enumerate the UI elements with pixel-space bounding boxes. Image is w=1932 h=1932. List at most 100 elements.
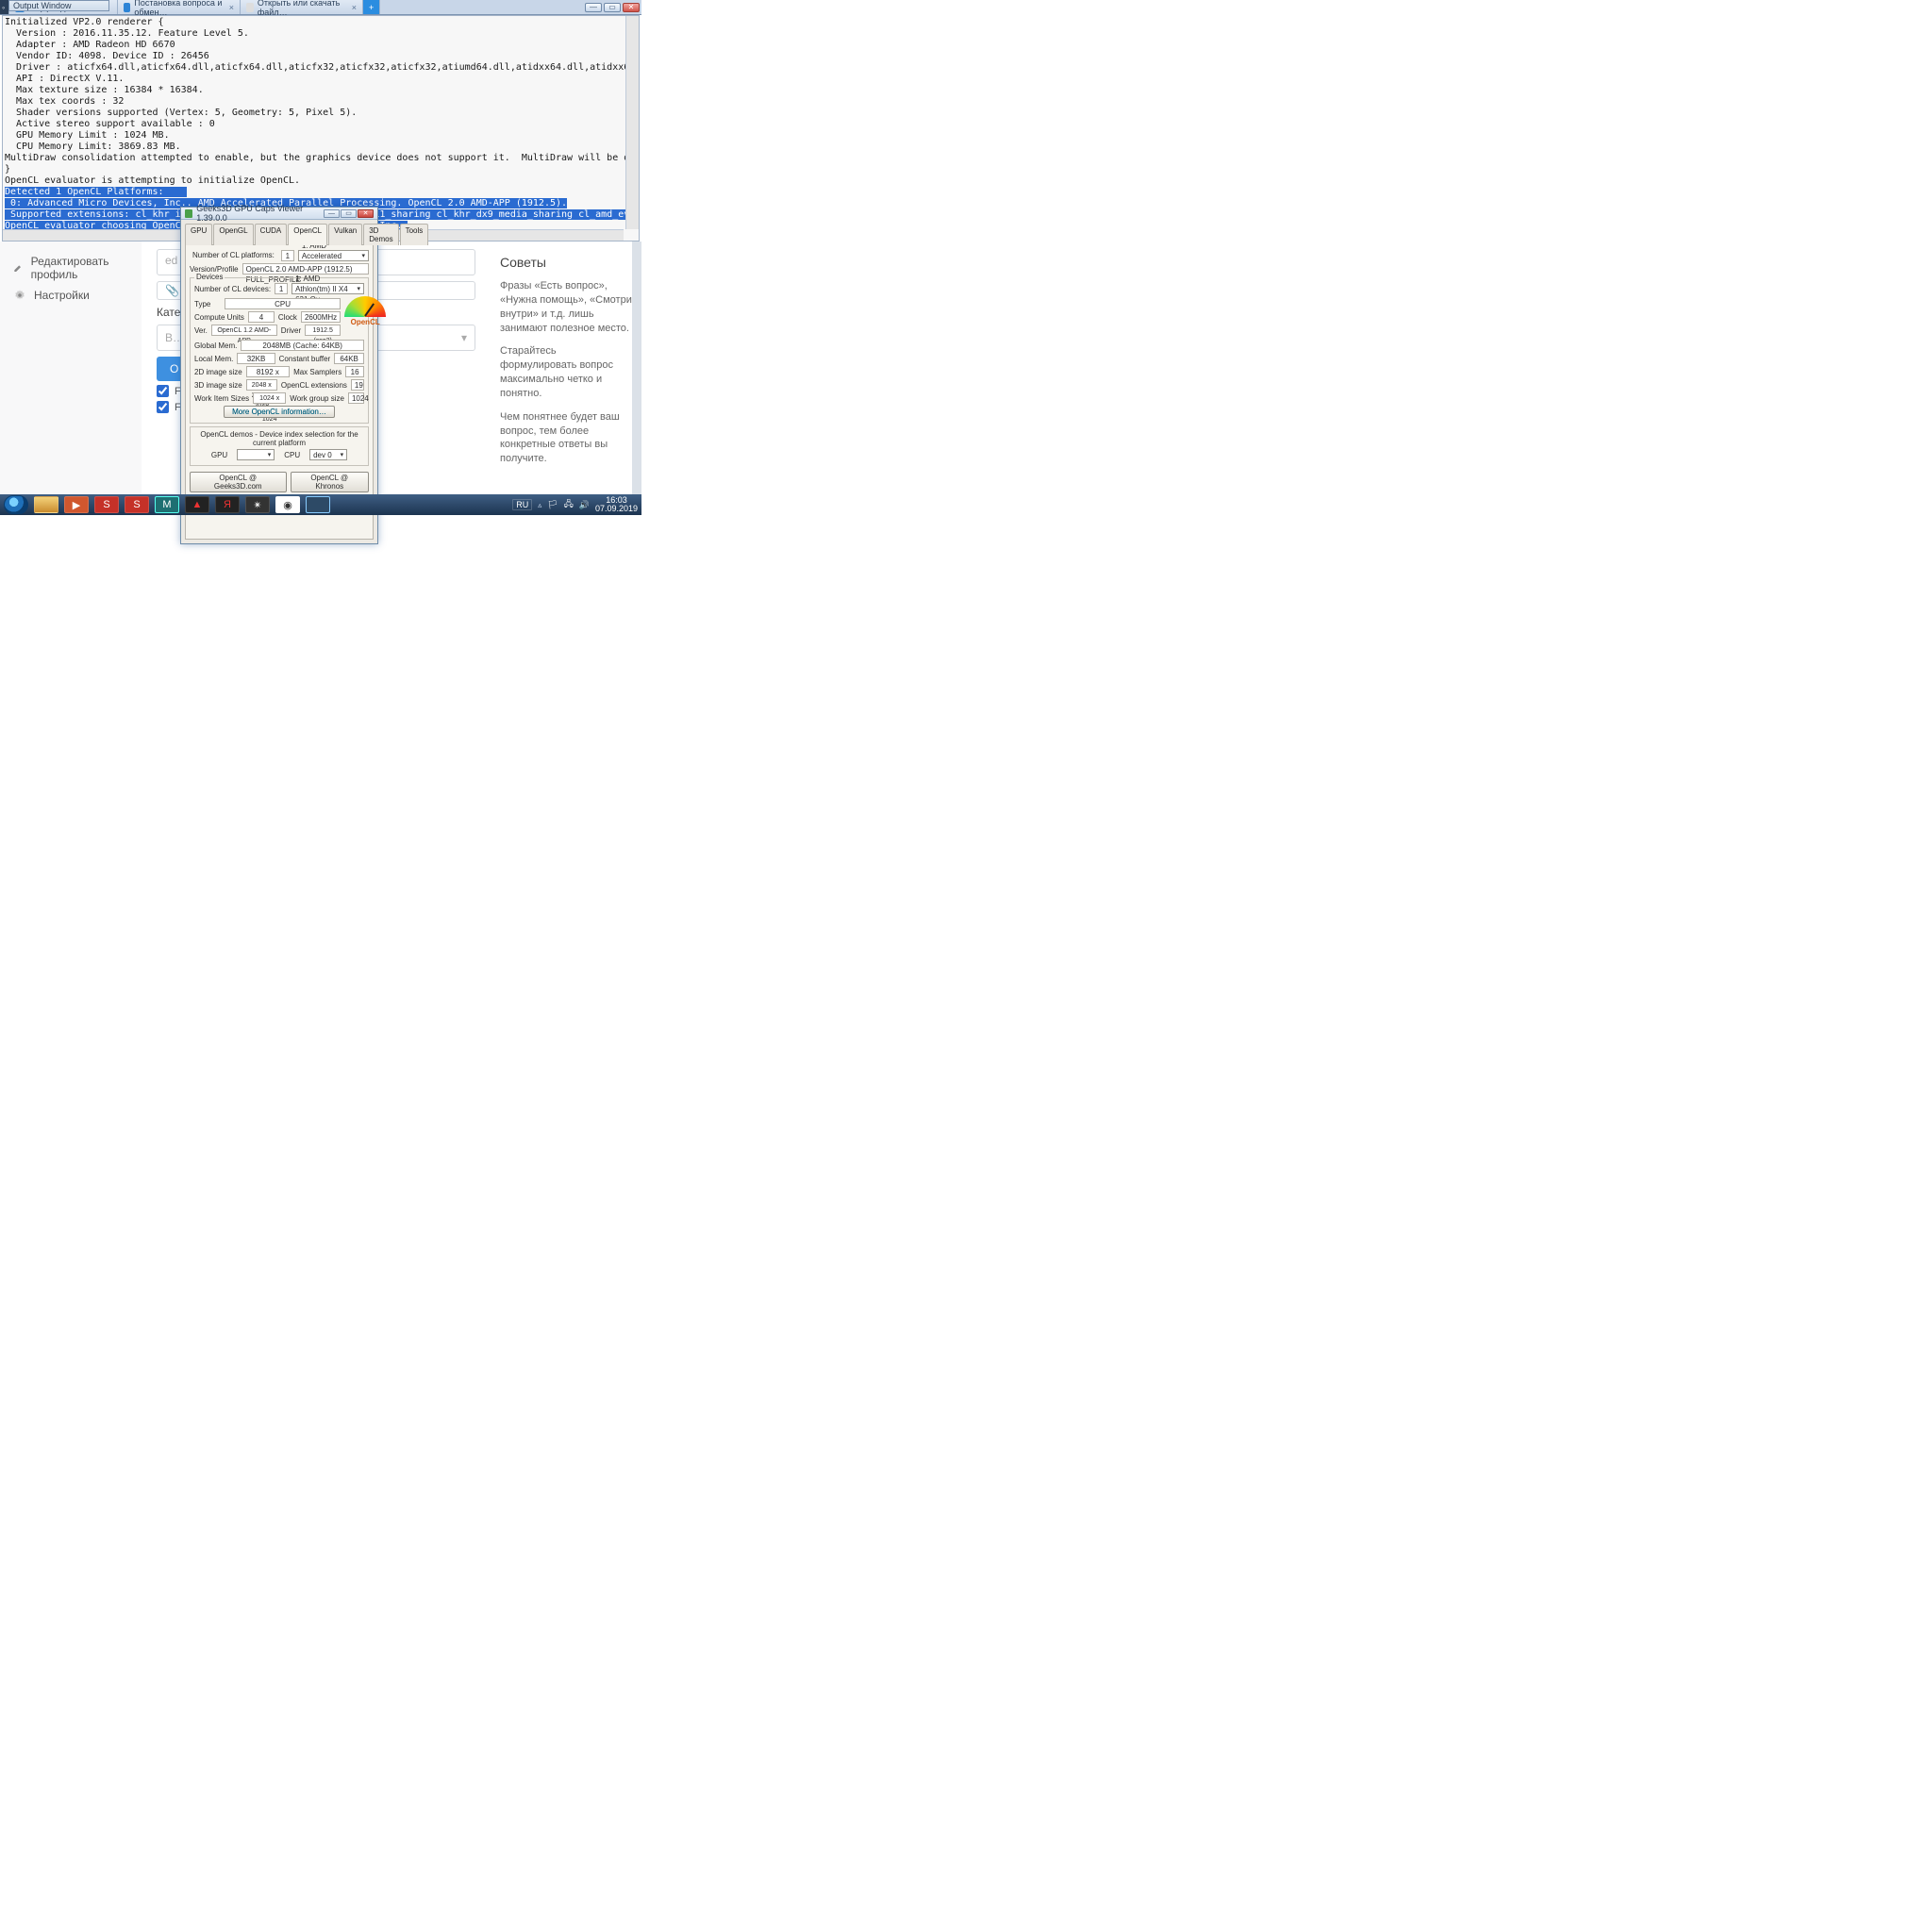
output-window-titlebar[interactable]: Output Window — [8, 0, 109, 11]
browser-tabstrip: ◦ Output Window … (?) задач в…× Постанов… — [0, 0, 641, 15]
tray-volume-icon[interactable]: 🔊 — [579, 500, 590, 510]
opencl-gauge: OpenCL — [344, 296, 386, 325]
taskbar-app-player[interactable]: ▶ — [64, 496, 89, 513]
platform-select[interactable]: 1: AMD Accelerated Parallel Proces — [298, 250, 369, 261]
work-group-value: 1024 — [348, 392, 364, 404]
const-buf-label: Constant buffer — [279, 355, 331, 363]
taskbar-clock[interactable]: 16:03 07.09.2019 — [595, 496, 638, 514]
dialog-title: Geeks3D GPU Caps Viewer 1.39.0.0 — [196, 204, 324, 223]
favicon — [124, 3, 130, 12]
tips-title: Советы — [500, 255, 632, 270]
tab-tools[interactable]: Tools — [400, 224, 429, 245]
tab-indicator: ◦ — [2, 3, 5, 12]
maximize-button[interactable]: ▭ — [341, 209, 357, 218]
compute-units-label: Compute Units — [194, 313, 244, 322]
taskbar-app-red2[interactable]: S — [125, 496, 149, 513]
type-label: Type — [194, 300, 221, 308]
type-value: CPU — [225, 298, 341, 309]
maximize-button[interactable]: ▭ — [604, 3, 621, 12]
sidebar-label: Настройки — [34, 289, 90, 302]
browser-tab[interactable]: Открыть или скачать файл…× — [241, 0, 363, 14]
button-label: О — [170, 362, 178, 375]
taskbar-app-zbrush[interactable]: ✴ — [245, 496, 270, 513]
app-icon — [185, 209, 192, 218]
taskbar: ▶ S S M ▲ Я ✴ ◉ RU ▵ 🏳 🖧 🔊 16:03 07.09.2… — [0, 494, 641, 515]
tab-vulkan[interactable]: Vulkan — [328, 224, 362, 245]
sidebar-label: Редактировать профиль — [31, 255, 128, 281]
window-controls: — ▭ ✕ — [585, 0, 641, 14]
work-items-label: Work Item Sizes — [194, 394, 249, 403]
taskbar-app-gpucaps[interactable] — [306, 496, 330, 513]
scrollbar-vertical[interactable] — [625, 16, 639, 229]
dialog-tabs: GPU OpenGL CUDA OpenCL Vulkan 3D Demos T… — [181, 220, 377, 244]
tray-overflow-icon[interactable]: ▵ — [538, 501, 541, 509]
gpu-select[interactable] — [237, 449, 275, 460]
sidebar-item-edit-profile[interactable]: Редактировать профиль — [8, 251, 134, 285]
work-items-value: 1024 x 1024 x 1024 — [253, 392, 286, 404]
sidebar-item-settings[interactable]: Настройки — [8, 285, 134, 306]
tab-gpu[interactable]: GPU — [185, 224, 212, 245]
cpu-label: CPU — [284, 451, 300, 459]
system-tray: RU ▵ 🏳 🖧 🔊 16:03 07.09.2019 — [512, 496, 638, 514]
driver-label: Driver — [281, 326, 301, 335]
checkbox[interactable] — [157, 401, 169, 413]
close-button[interactable]: ✕ — [623, 3, 640, 12]
taskbar-app-chrome[interactable]: ◉ — [275, 496, 300, 513]
dialog-titlebar[interactable]: Geeks3D GPU Caps Viewer 1.39.0.0 — ▭ ✕ — [181, 208, 377, 220]
cpu-select[interactable]: dev 0 — [309, 449, 347, 460]
log-text: Initialized VP2.0 renderer { Version : 2… — [5, 17, 640, 186]
gauge-label: OpenCL — [344, 318, 386, 326]
max-samplers-label: Max Samplers — [293, 368, 341, 376]
tips-text: Фразы «Есть вопрос», «Нужна помощь», «См… — [500, 279, 632, 335]
page-scrollbar[interactable] — [632, 242, 641, 494]
tab-opencl[interactable]: OpenCL — [288, 224, 327, 245]
opencl-geeks3d-button[interactable]: OpenCL @ Geeks3D.com — [190, 472, 287, 492]
taskbar-app-red1[interactable]: S — [94, 496, 119, 513]
start-button[interactable] — [4, 495, 28, 514]
checkbox[interactable] — [157, 385, 169, 397]
tab-close-icon[interactable]: × — [229, 3, 234, 12]
clock-label: Clock — [278, 313, 297, 322]
gear-icon — [13, 289, 26, 302]
global-mem-value: 2048MB (Cache: 64KB) — [241, 340, 364, 351]
tab-3ddemos[interactable]: 3D Demos — [363, 224, 398, 245]
close-button[interactable]: ✕ — [358, 209, 374, 218]
browser-tab[interactable]: Постановка вопроса и обмен…× — [118, 0, 241, 14]
tray-flag-icon[interactable]: 🏳 — [547, 500, 558, 510]
img2d-label: 2D image size — [194, 368, 242, 376]
driver-value: 1912.5 (sse2) — [305, 325, 341, 336]
tips-text: Чем понятнее будет ваш вопрос, тем более… — [500, 410, 632, 466]
devices-group: Devices Number of CL devices: 1 1: AMD A… — [190, 277, 369, 424]
tab-close-icon[interactable]: × — [352, 3, 357, 12]
minimize-button[interactable]: — — [585, 3, 602, 12]
opencl-khronos-button[interactable]: OpenCL @ Khronos — [291, 472, 369, 492]
img2d-value: 8192 x 8192 — [246, 366, 290, 377]
tips-panel: Советы Фразы «Есть вопрос», «Нужна помощ… — [491, 242, 641, 494]
more-opencl-button[interactable]: More OpenCL information… — [224, 406, 335, 418]
gpu-label: GPU — [211, 451, 227, 459]
field-text: ed — [165, 254, 177, 267]
compute-units-value: 4 — [248, 311, 275, 323]
work-group-label: Work group size — [290, 394, 344, 403]
device-select[interactable]: 1: AMD Athlon(tm) II X4 631 Qu — [291, 283, 364, 294]
tab-cuda[interactable]: CUDA — [255, 224, 288, 245]
num-devices-value: 1 — [275, 283, 288, 294]
language-indicator[interactable]: RU — [512, 499, 532, 510]
new-tab-button[interactable]: + — [363, 0, 380, 14]
num-devices-label: Number of CL devices: — [194, 285, 271, 293]
log-highlight: Detected 1 OpenCL Platforms: — [5, 187, 187, 197]
taskbar-app-browser[interactable]: Я — [215, 496, 240, 513]
ver-value: OpenCL 1.2 AMD-APP — [211, 325, 277, 336]
minimize-button[interactable]: — — [324, 209, 340, 218]
cl-ext-value: 19 — [351, 379, 364, 391]
taskbar-app-yandex[interactable]: ▲ — [185, 496, 209, 513]
devices-legend: Devices — [194, 273, 225, 281]
favicon — [246, 3, 254, 12]
num-platforms-label: Number of CL platforms: — [192, 251, 275, 259]
taskbar-app-explorer[interactable] — [34, 496, 58, 513]
tab-opengl[interactable]: OpenGL — [213, 224, 253, 245]
max-samplers-value: 16 — [345, 366, 364, 377]
demos-caption: OpenCL demos - Device index selection fo… — [194, 430, 364, 447]
taskbar-app-maya[interactable]: M — [155, 496, 179, 513]
tray-network-icon[interactable]: 🖧 — [564, 497, 574, 512]
